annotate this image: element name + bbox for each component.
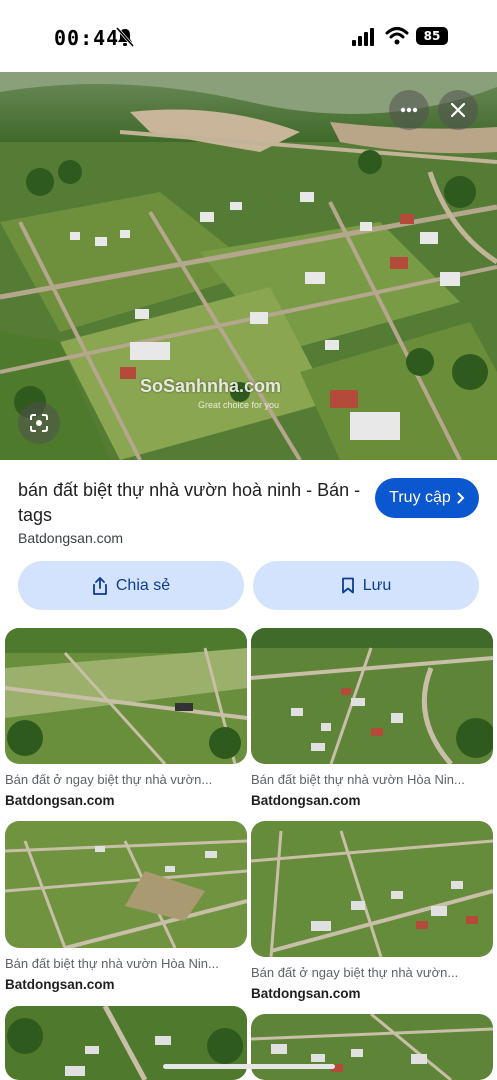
lens-icon (30, 414, 48, 432)
result-card-source: Batdongsan.com (251, 793, 361, 808)
share-button[interactable]: Chia sẻ (18, 561, 244, 610)
result-thumbnail (251, 628, 493, 764)
related-result-card[interactable]: Bán đất ở ngay biệt thự nhà vườn... Batd… (5, 628, 247, 808)
result-thumbnail (5, 628, 247, 764)
chevron-right-icon (457, 492, 465, 504)
wifi-icon (385, 27, 409, 45)
related-result-card[interactable]: Bán đất biệt thự nhà vườn Hòa Nin... Bat… (251, 628, 493, 808)
more-icon (400, 107, 418, 113)
result-card-source: Batdongsan.com (251, 986, 361, 1001)
visit-button-label: Truy cập (389, 489, 451, 506)
home-indicator (163, 1064, 335, 1069)
save-button[interactable]: Lưu (253, 561, 479, 610)
result-source[interactable]: Batdongsan.com (18, 530, 123, 546)
result-thumbnail (5, 821, 247, 948)
result-card-title: Bán đất biệt thự nhà vườn Hòa Nin... (5, 956, 219, 971)
bell-slash-icon (116, 27, 134, 47)
result-thumbnail (251, 1014, 493, 1080)
close-icon (451, 103, 465, 117)
bookmark-icon (341, 577, 354, 594)
result-card-title: Bán đất ở ngay biệt thự nhà vườn... (251, 965, 459, 980)
share-button-label: Chia sẻ (115, 576, 171, 594)
status-bar: 00:44 85 (0, 0, 497, 72)
related-result-card[interactable] (251, 1014, 493, 1080)
visit-button[interactable]: Truy cập (375, 478, 479, 518)
status-time: 00:44 (54, 26, 120, 50)
result-card-source: Batdongsan.com (5, 977, 115, 992)
hero-image[interactable]: SoSanhnha.com Great choice for you (0, 72, 497, 460)
battery-icon: 85 (416, 27, 448, 45)
related-result-card[interactable]: Bán đất ở ngay biệt thự nhà vườn... Batd… (251, 821, 493, 1001)
share-icon (92, 576, 107, 595)
result-card-title: Bán đất ở ngay biệt thự nhà vườn... (5, 772, 213, 787)
more-button[interactable] (389, 90, 429, 130)
result-thumbnail (251, 821, 493, 957)
save-button-label: Lưu (362, 576, 392, 594)
lens-button[interactable] (18, 402, 60, 444)
result-card-title: Bán đất biệt thự nhà vườn Hòa Nin... (251, 772, 465, 787)
result-card-source: Batdongsan.com (5, 793, 115, 808)
result-title[interactable]: bán đất biệt thự nhà vườn hoà ninh - Bán… (18, 478, 363, 528)
close-button[interactable] (438, 90, 478, 130)
signal-icon (352, 28, 374, 46)
related-result-card[interactable]: Bán đất biệt thự nhà vườn Hòa Nin... Bat… (5, 821, 247, 992)
watermark-subtitle: Great choice for you (198, 400, 280, 410)
watermark: SoSanhnha.com (140, 376, 282, 396)
